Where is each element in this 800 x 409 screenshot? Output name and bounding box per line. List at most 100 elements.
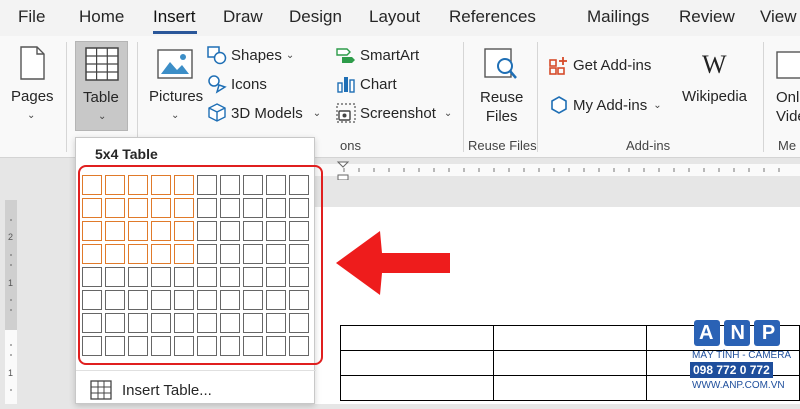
online-video-button[interactable]: Onl Vide — [772, 42, 800, 132]
get-addins-button[interactable]: Get Add-ins — [549, 55, 651, 75]
table-grid-cell[interactable] — [128, 198, 148, 218]
icons-button[interactable]: Icons — [207, 74, 267, 94]
table-grid-cell[interactable] — [266, 198, 286, 218]
3d-models-button[interactable]: 3D Models ⌄ — [207, 103, 321, 123]
table-grid-cell[interactable] — [151, 175, 171, 195]
wikipedia-button[interactable]: W Wikipedia — [680, 42, 752, 132]
table-grid-cell[interactable] — [197, 221, 217, 241]
table-grid-cell[interactable] — [220, 175, 240, 195]
smartart-button[interactable]: SmartArt — [336, 45, 419, 65]
table-grid-cell[interactable] — [105, 290, 125, 310]
vertical-ruler[interactable]: 2 1 1 — [0, 200, 22, 404]
table-grid-cell[interactable] — [151, 221, 171, 241]
table-grid-cell[interactable] — [266, 175, 286, 195]
table-grid-cell[interactable] — [105, 336, 125, 356]
table-grid-cell[interactable] — [105, 221, 125, 241]
table-grid-cell[interactable] — [220, 336, 240, 356]
table-grid-cell[interactable] — [243, 198, 263, 218]
reuse-files-button[interactable]: Reuse Files — [472, 42, 528, 132]
table-grid-cell[interactable] — [128, 313, 148, 333]
table-grid-cell[interactable] — [266, 267, 286, 287]
table-grid-cell[interactable] — [82, 221, 102, 241]
table-grid-cell[interactable] — [197, 336, 217, 356]
table-grid-cell[interactable] — [151, 336, 171, 356]
tab-review[interactable]: Review — [679, 7, 735, 27]
table-cell[interactable] — [493, 325, 647, 351]
table-grid-cell[interactable] — [289, 313, 309, 333]
table-grid-cell[interactable] — [151, 198, 171, 218]
table-grid-cell[interactable] — [197, 175, 217, 195]
shapes-button[interactable]: Shapes ⌄ — [207, 45, 294, 65]
table-grid-cell[interactable] — [82, 313, 102, 333]
table-grid-cell[interactable] — [289, 221, 309, 241]
tab-file[interactable]: File — [18, 7, 45, 27]
horizontal-ruler[interactable] — [314, 158, 800, 181]
table-grid-cell[interactable] — [105, 244, 125, 264]
table-grid-cell[interactable] — [220, 313, 240, 333]
table-grid-cell[interactable] — [220, 198, 240, 218]
table-grid-cell[interactable] — [128, 267, 148, 287]
table-grid-cell[interactable] — [82, 175, 102, 195]
table-grid-cell[interactable] — [105, 267, 125, 287]
table-grid-cell[interactable] — [151, 267, 171, 287]
table-grid-cell[interactable] — [174, 244, 194, 264]
table-grid-cell[interactable] — [105, 175, 125, 195]
table-grid-cell[interactable] — [243, 313, 263, 333]
table-grid-cell[interactable] — [243, 336, 263, 356]
table-grid-cell[interactable] — [220, 267, 240, 287]
tab-layout[interactable]: Layout — [369, 7, 420, 27]
table-cell[interactable] — [340, 350, 494, 376]
tab-design[interactable]: Design — [289, 7, 342, 27]
table-grid-cell[interactable] — [105, 198, 125, 218]
table-cell[interactable] — [493, 375, 647, 401]
table-grid-cell[interactable] — [128, 221, 148, 241]
table-grid-cell[interactable] — [197, 267, 217, 287]
table-grid-cell[interactable] — [82, 267, 102, 287]
table-grid-cell[interactable] — [82, 244, 102, 264]
my-addins-button[interactable]: My Add-ins ⌄ — [549, 95, 662, 115]
table-grid-cell[interactable] — [220, 221, 240, 241]
table-grid-cell[interactable] — [105, 313, 125, 333]
table-grid-cell[interactable] — [243, 244, 263, 264]
table-grid-cell[interactable] — [266, 336, 286, 356]
tab-references[interactable]: References — [449, 7, 536, 27]
table-grid-cell[interactable] — [174, 313, 194, 333]
table-grid-cell[interactable] — [243, 290, 263, 310]
table-grid-cell[interactable] — [82, 336, 102, 356]
table-grid-cell[interactable] — [128, 336, 148, 356]
table-grid-cell[interactable] — [174, 175, 194, 195]
table-grid-cell[interactable] — [197, 244, 217, 264]
table-grid-cell[interactable] — [197, 198, 217, 218]
table-grid-cell[interactable] — [128, 290, 148, 310]
table-grid-cell[interactable] — [174, 221, 194, 241]
table-cell[interactable] — [493, 350, 647, 376]
table-grid-cell[interactable] — [266, 290, 286, 310]
tab-home[interactable]: Home — [79, 7, 124, 27]
table-grid-cell[interactable] — [289, 336, 309, 356]
table-cell[interactable] — [340, 325, 494, 351]
table-grid-cell[interactable] — [197, 290, 217, 310]
table-grid-cell[interactable] — [220, 290, 240, 310]
chart-button[interactable]: Chart — [336, 74, 397, 94]
table-grid-cell[interactable] — [151, 313, 171, 333]
table-grid-cell[interactable] — [243, 175, 263, 195]
table-grid-cell[interactable] — [82, 290, 102, 310]
table-grid-cell[interactable] — [266, 244, 286, 264]
table-grid-cell[interactable] — [289, 198, 309, 218]
tab-draw[interactable]: Draw — [223, 7, 263, 27]
table-grid-cell[interactable] — [289, 244, 309, 264]
pages-button[interactable]: Pages ⌄ — [8, 42, 56, 132]
table-cell[interactable] — [340, 375, 494, 401]
table-grid-cell[interactable] — [128, 244, 148, 264]
table-grid-cell[interactable] — [174, 290, 194, 310]
table-grid-cell[interactable] — [266, 313, 286, 333]
tab-view[interactable]: View — [760, 7, 797, 27]
insert-table-menu-item[interactable]: Insert Table... — [90, 380, 212, 400]
table-grid-cell[interactable] — [266, 221, 286, 241]
table-grid-cell[interactable] — [243, 221, 263, 241]
table-grid-cell[interactable] — [289, 175, 309, 195]
table-grid-cell[interactable] — [174, 198, 194, 218]
table-grid-cell[interactable] — [128, 175, 148, 195]
table-grid-cell[interactable] — [220, 244, 240, 264]
tab-mailings[interactable]: Mailings — [587, 7, 649, 27]
